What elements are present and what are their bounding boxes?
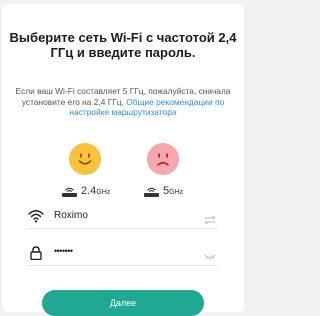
wifi-name-value[interactable]: Roximo <box>54 210 88 221</box>
band-unit: GHz <box>96 189 111 196</box>
router-icon <box>61 185 78 197</box>
band-unit: GHz <box>169 189 184 196</box>
page-title: Выберите сеть Wi-Fi с частотой 2,4 ГГц и… <box>9 30 237 60</box>
switch-network-icon[interactable] <box>204 212 216 225</box>
wifi-icon <box>28 209 44 223</box>
instructions-text: Если ваш Wi-Fi составляет 5 ГГц, пожалуй… <box>8 86 238 118</box>
wifi-setup-card: Выберите сеть Wi-Fi с частотой 2,4 ГГц и… <box>2 4 244 316</box>
eye-closed-icon[interactable] <box>204 249 216 260</box>
lock-icon <box>28 246 44 261</box>
wifi-name-field[interactable]: Roximo <box>28 206 218 229</box>
router-icon <box>143 185 160 197</box>
band-5ghz: 5 GHz <box>143 183 183 197</box>
password-value[interactable]: ••••••• <box>54 246 73 256</box>
sad-face-icon <box>147 143 179 175</box>
band-2-4ghz: 2.4 GHz <box>61 183 110 197</box>
happy-face-icon <box>69 143 101 175</box>
next-button[interactable]: Далее <box>42 290 204 316</box>
band-frequency: 2.4 <box>81 185 97 197</box>
password-field[interactable]: ••••••• <box>28 243 218 266</box>
